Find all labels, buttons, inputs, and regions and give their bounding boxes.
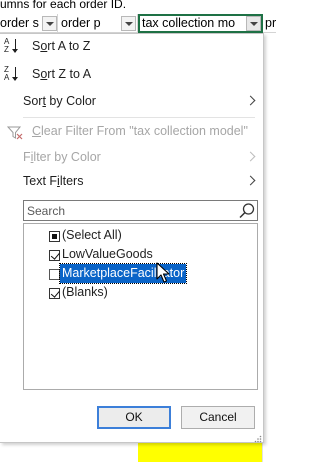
header-label: order p	[61, 16, 101, 30]
sort-z-to-a-label: Sort Z to A	[32, 67, 92, 81]
sort-a-to-z-label: Sort A to Z	[32, 39, 91, 53]
value-checkbox[interactable]	[49, 269, 60, 280]
header-cell-tax-collection-model[interactable]: tax collection mo	[138, 14, 263, 33]
sort-ascending-icon: AZ	[4, 38, 26, 56]
value-checkbox[interactable]	[49, 288, 60, 299]
filter-dropdown-button[interactable]	[42, 16, 57, 31]
filter-by-color-label: Filter by Color	[23, 150, 101, 164]
clear-filter-label: Clear Filter From "tax collection model"	[32, 124, 248, 138]
list-item-label: (Select All)	[62, 228, 122, 242]
search-input[interactable]	[24, 201, 229, 220]
search-icon[interactable]	[238, 202, 256, 223]
header-label: order s	[0, 16, 39, 30]
chevron-right-icon	[245, 95, 256, 106]
text-filters-label: Text Filters	[23, 174, 84, 188]
header-cell-pr[interactable]: pr	[263, 14, 276, 33]
chevron-right-icon	[245, 151, 256, 162]
search-box[interactable]	[23, 200, 258, 221]
sheet-top-row: umns for each order ID.	[0, 0, 276, 14]
header-label: pr	[265, 16, 276, 30]
list-item-select-all[interactable]: (Select All)	[24, 226, 257, 245]
list-item-label: (Blanks)	[62, 285, 108, 299]
header-label: tax collection mo	[142, 16, 236, 30]
resize-grip-icon[interactable]	[254, 432, 262, 446]
menu-separator	[23, 117, 255, 118]
value-checkbox[interactable]	[49, 250, 60, 261]
list-item-marketplacefacilitator[interactable]: MarketplaceFacilitator	[24, 263, 257, 284]
sort-a-to-z[interactable]: AZ Sort A to Z	[0, 34, 264, 58]
sort-descending-icon: ZA	[4, 66, 26, 84]
autofilter-dropdown: AZ Sort A to Z ZA Sort Z to A Sort by Co…	[0, 33, 264, 443]
header-cell-order-p[interactable]: order p	[58, 14, 138, 33]
filter-by-color: Filter by Color	[0, 145, 264, 169]
header-row: order s order p tax collection mo pr	[0, 14, 276, 33]
select-all-checkbox[interactable]	[49, 231, 60, 242]
sort-z-to-a[interactable]: ZA Sort Z to A	[0, 62, 264, 86]
cancel-button[interactable]: Cancel	[181, 406, 255, 429]
chevron-right-icon	[245, 175, 256, 186]
filter-dropdown-button-active[interactable]	[246, 16, 261, 31]
cell-text: umns for each order ID.	[0, 0, 127, 11]
list-item-lowvaluegoods[interactable]: LowValueGoods	[24, 245, 257, 264]
header-cell-order-status[interactable]: order s	[0, 14, 58, 33]
filter-values-list[interactable]: (Select All) LowValueGoods MarketplaceFa…	[23, 223, 258, 390]
sort-by-color[interactable]: Sort by Color	[0, 89, 264, 113]
mouse-pointer-icon	[156, 262, 170, 287]
filter-dropdown-button[interactable]	[121, 16, 136, 31]
list-item-label: LowValueGoods	[62, 247, 153, 261]
ok-button[interactable]: OK	[97, 406, 171, 429]
text-filters[interactable]: Text Filters	[0, 169, 264, 193]
list-item-blanks[interactable]: (Blanks)	[24, 283, 257, 302]
sort-by-color-label: Sort by Color	[23, 94, 96, 108]
clear-filter: Clear Filter From "tax collection model"	[0, 119, 264, 143]
